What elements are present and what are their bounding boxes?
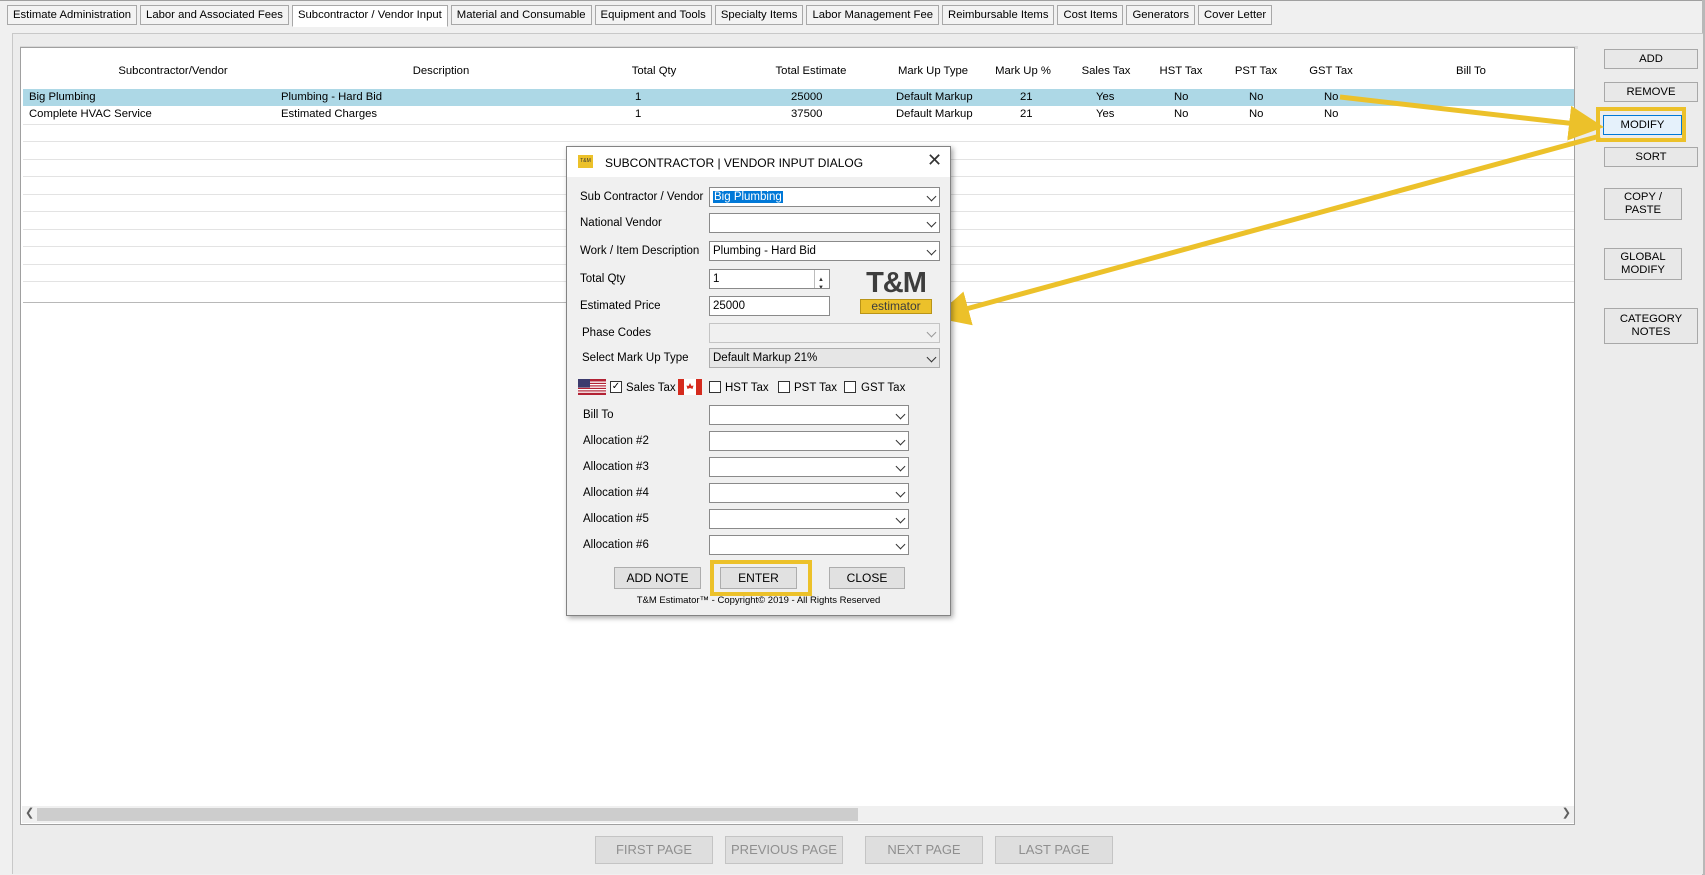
- national-vendor-label: National Vendor: [580, 217, 662, 229]
- chevron-down-icon: [895, 513, 906, 524]
- allocation-5-combo[interactable]: [709, 509, 909, 529]
- markup-type-combo[interactable]: Default Markup 21%: [709, 348, 940, 368]
- chevron-down-icon: [926, 217, 937, 228]
- phase-codes-label: Phase Codes: [582, 327, 652, 339]
- national-vendor-combo[interactable]: [709, 213, 940, 233]
- chevron-down-icon: [926, 245, 937, 256]
- markup-type-label: Select Mark Up Type: [582, 352, 689, 364]
- estimated-price-value: 25000: [713, 300, 745, 312]
- chevron-down-icon: [926, 191, 937, 202]
- chevron-down-icon: [895, 461, 906, 472]
- arrow-to-dialog-icon: [934, 133, 1601, 326]
- chevron-down-icon: [926, 352, 937, 363]
- description-label: Work / Item Description: [580, 245, 700, 257]
- copyright-text: T&M Estimator™ - Copyright© 2019 - All R…: [636, 595, 881, 606]
- app-logo-icon: T&M: [578, 155, 593, 168]
- bill-to-label: Bill To: [583, 409, 614, 421]
- sales-tax-label: Sales Tax: [626, 382, 676, 394]
- pst-tax-label: PST Tax: [794, 382, 838, 394]
- chevron-down-icon: [895, 435, 906, 446]
- pst-tax-checkbox[interactable]: [778, 381, 790, 393]
- close-button[interactable]: CLOSE: [829, 567, 905, 589]
- bill-to-combo[interactable]: [709, 405, 909, 425]
- estimated-price-field[interactable]: 25000: [709, 296, 830, 316]
- total-qty-value: 1: [713, 273, 720, 285]
- us-flag-icon: [578, 379, 606, 395]
- add-note-button[interactable]: ADD NOTE: [614, 567, 701, 589]
- allocation-5-label: Allocation #5: [583, 513, 649, 525]
- phase-codes-combo[interactable]: [709, 323, 940, 343]
- enter-highlight-box: [710, 560, 812, 596]
- vendor-combo[interactable]: Big Plumbing: [709, 187, 940, 207]
- allocation-2-label: Allocation #2: [583, 435, 649, 447]
- estimated-price-label: Estimated Price: [580, 300, 661, 312]
- chevron-down-icon: [926, 327, 937, 338]
- vendor-value: Big Plumbing: [713, 191, 783, 203]
- allocation-4-label: Allocation #4: [583, 487, 649, 499]
- allocation-4-combo[interactable]: [709, 483, 909, 503]
- qty-spin-buttons[interactable]: ▲ ▼: [814, 270, 829, 288]
- description-combo[interactable]: Plumbing - Hard Bid: [709, 241, 940, 261]
- sales-tax-checkbox[interactable]: ✓: [610, 381, 622, 393]
- close-icon[interactable]: ✕: [927, 150, 942, 171]
- allocation-6-label: Allocation #6: [583, 539, 649, 551]
- hst-tax-label: HST Tax: [725, 382, 769, 394]
- vendor-input-dialog: T&M SUBCONTRACTOR | VENDOR INPUT DIALOG …: [566, 146, 951, 616]
- logo-text: T&M: [866, 267, 927, 299]
- arrow-to-modify-icon: [1339, 94, 1604, 141]
- chevron-down-icon: [895, 487, 906, 498]
- dialog-title: SUBCONTRACTOR | VENDOR INPUT DIALOG: [605, 156, 864, 170]
- spin-down-icon[interactable]: ▼: [818, 279, 824, 288]
- vendor-label: Sub Contractor / Vendor: [580, 191, 704, 203]
- allocation-3-label: Allocation #3: [583, 461, 649, 473]
- markup-type-value: Default Markup 21%: [713, 352, 818, 364]
- allocation-6-combo[interactable]: [709, 535, 909, 555]
- total-qty-label: Total Qty: [580, 273, 626, 285]
- chevron-down-icon: [895, 539, 906, 550]
- canada-flag-icon: [678, 379, 702, 395]
- hst-tax-checkbox[interactable]: [709, 381, 721, 393]
- gst-tax-label: GST Tax: [861, 382, 906, 394]
- logo-subtext: estimator: [860, 299, 932, 314]
- chevron-down-icon: [895, 409, 906, 420]
- allocation-3-combo[interactable]: [709, 457, 909, 477]
- allocation-2-combo[interactable]: [709, 431, 909, 451]
- description-value: Plumbing - Hard Bid: [713, 245, 816, 257]
- total-qty-stepper[interactable]: 1 ▲ ▼: [709, 269, 830, 289]
- gst-tax-checkbox[interactable]: [844, 381, 856, 393]
- tm-estimator-logo: T&M estimator: [860, 268, 932, 314]
- dialog-title-bar: T&M SUBCONTRACTOR | VENDOR INPUT DIALOG …: [567, 147, 950, 177]
